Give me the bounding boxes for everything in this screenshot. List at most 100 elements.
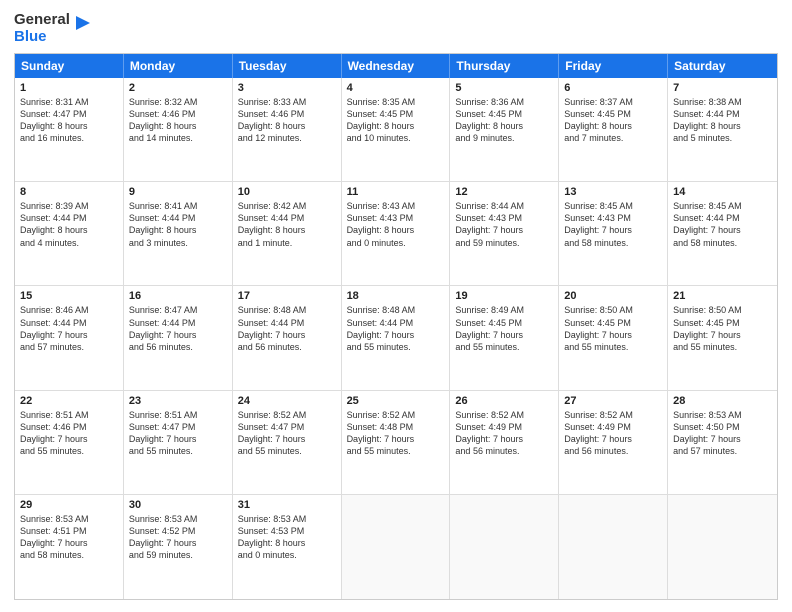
day-info: Sunrise: 8:39 AM Sunset: 4:44 PM Dayligh…: [20, 200, 118, 249]
day-number: 9: [129, 186, 227, 198]
day-number: 31: [238, 499, 336, 511]
day-info: Sunrise: 8:52 AM Sunset: 4:47 PM Dayligh…: [238, 409, 336, 458]
day-info: Sunrise: 8:47 AM Sunset: 4:44 PM Dayligh…: [129, 304, 227, 353]
day-number: 4: [347, 82, 445, 94]
day-info: Sunrise: 8:53 AM Sunset: 4:53 PM Dayligh…: [238, 513, 336, 562]
day-number: 5: [455, 82, 553, 94]
calendar-day-cell: 8 Sunrise: 8:39 AM Sunset: 4:44 PM Daylig…: [15, 182, 124, 285]
calendar-day-cell: 22Sunrise: 8:51 AM Sunset: 4:46 PM Dayli…: [15, 391, 124, 494]
day-info: Sunrise: 8:43 AM Sunset: 4:43 PM Dayligh…: [347, 200, 445, 249]
day-number: 7: [673, 82, 772, 94]
day-number: 24: [238, 395, 336, 407]
day-number: 13: [564, 186, 662, 198]
day-number: 20: [564, 290, 662, 302]
calendar-body: 1Sunrise: 8:31 AM Sunset: 4:47 PM Daylig…: [15, 78, 777, 599]
day-of-week-header: Tuesday: [233, 54, 342, 78]
calendar-day-cell: 18Sunrise: 8:48 AM Sunset: 4:44 PM Dayli…: [342, 286, 451, 389]
day-of-week-header: Monday: [124, 54, 233, 78]
calendar-day-cell: 13 Sunrise: 8:45 AM Sunset: 4:43 PM Dayli…: [559, 182, 668, 285]
day-info: Sunrise: 8:52 AM Sunset: 4:48 PM Dayligh…: [347, 409, 445, 458]
day-number: 12: [455, 186, 553, 198]
day-number: 25: [347, 395, 445, 407]
calendar-day-cell: 29Sunrise: 8:53 AM Sunset: 4:51 PM Dayli…: [15, 495, 124, 599]
calendar-day-cell: 23 Sunrise: 8:51 AM Sunset: 4:47 PM Dayli…: [124, 391, 233, 494]
calendar-week-row: 1Sunrise: 8:31 AM Sunset: 4:47 PM Daylig…: [15, 78, 777, 182]
calendar-day-cell: 16 Sunrise: 8:47 AM Sunset: 4:44 PM Dayli…: [124, 286, 233, 389]
calendar-week-row: 29Sunrise: 8:53 AM Sunset: 4:51 PM Dayli…: [15, 495, 777, 599]
calendar-day-cell: 12 Sunrise: 8:44 AM Sunset: 4:43 PM Dayli…: [450, 182, 559, 285]
logo-general: General: [14, 12, 70, 29]
calendar-day-cell: 5 Sunrise: 8:36 AM Sunset: 4:45 PM Daylig…: [450, 78, 559, 181]
day-info: Sunrise: 8:42 AM Sunset: 4:44 PM Dayligh…: [238, 200, 336, 249]
day-info: Sunrise: 8:48 AM Sunset: 4:44 PM Dayligh…: [238, 304, 336, 353]
day-of-week-header: Thursday: [450, 54, 559, 78]
calendar-day-cell: 28Sunrise: 8:53 AM Sunset: 4:50 PM Dayli…: [668, 391, 777, 494]
day-number: 23: [129, 395, 227, 407]
day-info: Sunrise: 8:51 AM Sunset: 4:46 PM Dayligh…: [20, 409, 118, 458]
day-info: Sunrise: 8:50 AM Sunset: 4:45 PM Dayligh…: [564, 304, 662, 353]
calendar-day-cell: 6 Sunrise: 8:37 AM Sunset: 4:45 PM Daylig…: [559, 78, 668, 181]
calendar-week-row: 15 Sunrise: 8:46 AM Sunset: 4:44 PM Dayli…: [15, 286, 777, 390]
day-info: Sunrise: 8:37 AM Sunset: 4:45 PM Dayligh…: [564, 96, 662, 145]
calendar-header: SundayMondayTuesdayWednesdayThursdayFrid…: [15, 54, 777, 78]
day-number: 28: [673, 395, 772, 407]
day-number: 27: [564, 395, 662, 407]
day-info: Sunrise: 8:36 AM Sunset: 4:45 PM Dayligh…: [455, 96, 553, 145]
day-number: 26: [455, 395, 553, 407]
calendar-day-cell: 31 Sunrise: 8:53 AM Sunset: 4:53 PM Dayli…: [233, 495, 342, 599]
day-number: 21: [673, 290, 772, 302]
day-info: Sunrise: 8:41 AM Sunset: 4:44 PM Dayligh…: [129, 200, 227, 249]
day-info: Sunrise: 8:33 AM Sunset: 4:46 PM Dayligh…: [238, 96, 336, 145]
logo: General Blue: [14, 12, 94, 45]
calendar-day-cell: 4Sunrise: 8:35 AM Sunset: 4:45 PM Daylig…: [342, 78, 451, 181]
logo-text: General Blue: [14, 12, 70, 45]
calendar-day-cell: 20 Sunrise: 8:50 AM Sunset: 4:45 PM Dayli…: [559, 286, 668, 389]
day-of-week-header: Wednesday: [342, 54, 451, 78]
calendar-week-row: 22Sunrise: 8:51 AM Sunset: 4:46 PM Dayli…: [15, 391, 777, 495]
calendar-day-cell: 25 Sunrise: 8:52 AM Sunset: 4:48 PM Dayli…: [342, 391, 451, 494]
day-info: Sunrise: 8:51 AM Sunset: 4:47 PM Dayligh…: [129, 409, 227, 458]
day-info: Sunrise: 8:52 AM Sunset: 4:49 PM Dayligh…: [455, 409, 553, 458]
day-info: Sunrise: 8:52 AM Sunset: 4:49 PM Dayligh…: [564, 409, 662, 458]
calendar-week-row: 8 Sunrise: 8:39 AM Sunset: 4:44 PM Daylig…: [15, 182, 777, 286]
empty-cell: [559, 495, 668, 599]
calendar: SundayMondayTuesdayWednesdayThursdayFrid…: [14, 53, 778, 600]
calendar-day-cell: 7 Sunrise: 8:38 AM Sunset: 4:44 PM Daylig…: [668, 78, 777, 181]
logo-blue: Blue: [14, 29, 70, 46]
calendar-day-cell: 21 Sunrise: 8:50 AM Sunset: 4:45 PM Dayli…: [668, 286, 777, 389]
day-number: 30: [129, 499, 227, 511]
day-number: 8: [20, 186, 118, 198]
day-info: Sunrise: 8:38 AM Sunset: 4:44 PM Dayligh…: [673, 96, 772, 145]
calendar-day-cell: 14Sunrise: 8:45 AM Sunset: 4:44 PM Dayli…: [668, 182, 777, 285]
day-number: 2: [129, 82, 227, 94]
calendar-day-cell: 27 Sunrise: 8:52 AM Sunset: 4:49 PM Dayli…: [559, 391, 668, 494]
day-number: 19: [455, 290, 553, 302]
day-number: 3: [238, 82, 336, 94]
day-info: Sunrise: 8:53 AM Sunset: 4:52 PM Dayligh…: [129, 513, 227, 562]
day-info: Sunrise: 8:46 AM Sunset: 4:44 PM Dayligh…: [20, 304, 118, 353]
day-info: Sunrise: 8:44 AM Sunset: 4:43 PM Dayligh…: [455, 200, 553, 249]
day-of-week-header: Friday: [559, 54, 668, 78]
calendar-day-cell: 30 Sunrise: 8:53 AM Sunset: 4:52 PM Dayli…: [124, 495, 233, 599]
day-number: 16: [129, 290, 227, 302]
day-info: Sunrise: 8:32 AM Sunset: 4:46 PM Dayligh…: [129, 96, 227, 145]
day-number: 15: [20, 290, 118, 302]
page: General Blue SundayMondayTuesdayWednesda…: [0, 0, 792, 612]
header: General Blue: [14, 12, 778, 45]
calendar-day-cell: 24 Sunrise: 8:52 AM Sunset: 4:47 PM Dayli…: [233, 391, 342, 494]
logo-container: General Blue: [14, 12, 94, 45]
day-info: Sunrise: 8:48 AM Sunset: 4:44 PM Dayligh…: [347, 304, 445, 353]
day-number: 1: [20, 82, 118, 94]
day-info: Sunrise: 8:45 AM Sunset: 4:43 PM Dayligh…: [564, 200, 662, 249]
day-of-week-header: Saturday: [668, 54, 777, 78]
day-number: 6: [564, 82, 662, 94]
day-number: 11: [347, 186, 445, 198]
calendar-day-cell: 2 Sunrise: 8:32 AM Sunset: 4:46 PM Daylig…: [124, 78, 233, 181]
empty-cell: [450, 495, 559, 599]
day-number: 14: [673, 186, 772, 198]
day-info: Sunrise: 8:53 AM Sunset: 4:51 PM Dayligh…: [20, 513, 118, 562]
day-info: Sunrise: 8:50 AM Sunset: 4:45 PM Dayligh…: [673, 304, 772, 353]
calendar-day-cell: 3 Sunrise: 8:33 AM Sunset: 4:46 PM Daylig…: [233, 78, 342, 181]
calendar-day-cell: 15 Sunrise: 8:46 AM Sunset: 4:44 PM Dayli…: [15, 286, 124, 389]
day-of-week-header: Sunday: [15, 54, 124, 78]
